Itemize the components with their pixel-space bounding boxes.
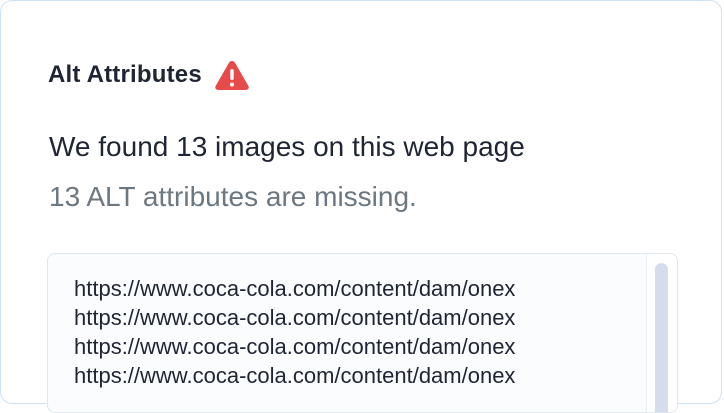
section-title: Alt Attributes [48, 61, 202, 88]
image-url-item: https://www.coca-cola.com/content/dam/on… [74, 334, 516, 359]
scrollbar-thumb[interactable] [655, 263, 668, 412]
image-url-item: https://www.coca-cola.com/content/dam/on… [74, 363, 516, 388]
image-url-item: https://www.coca-cola.com/content/dam/on… [74, 305, 516, 330]
images-found-text: We found 13 images on this web page [49, 131, 525, 162]
image-url-list-box[interactable]: https://www.coca-cola.com/content/dam/on… [47, 253, 678, 413]
warning-icon [214, 59, 250, 91]
image-url-item: https://www.coca-cola.com/content/dam/on… [74, 276, 516, 301]
section-header: Alt Attributes [48, 57, 250, 93]
missing-alt-text: 13 ALT attributes are missing. [49, 181, 417, 212]
alt-attributes-card: Alt Attributes We found 13 images on thi… [0, 0, 722, 413]
scrollbar-track[interactable] [646, 254, 677, 412]
image-url-list: https://www.coca-cola.com/content/dam/on… [74, 274, 646, 390]
